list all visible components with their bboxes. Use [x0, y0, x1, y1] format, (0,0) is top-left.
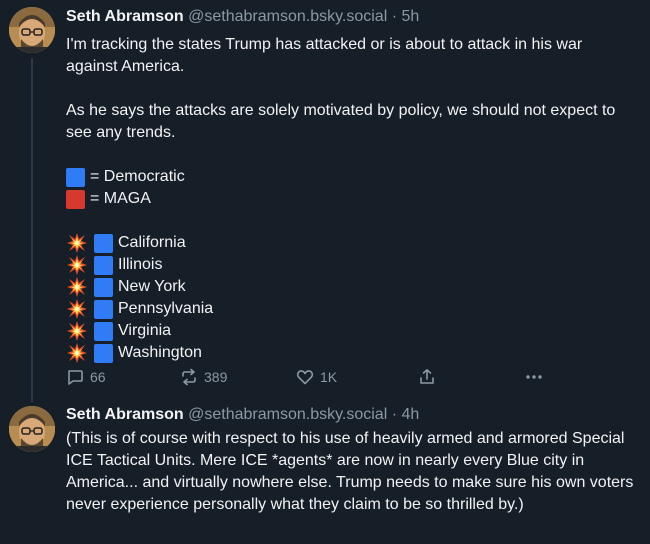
blue-square-icon [94, 343, 113, 363]
thread-line [31, 58, 33, 402]
blue-square-icon [94, 321, 113, 341]
blue-square-icon [94, 277, 113, 297]
post-paragraph: I'm tracking the states Trump has attack… [66, 36, 583, 75]
collision-icon [66, 254, 88, 276]
blue-square-icon [94, 233, 113, 253]
share-button[interactable] [418, 366, 442, 388]
repost-button[interactable]: 389 [180, 366, 227, 388]
avatar-image [9, 406, 55, 452]
repost-arrows-icon [182, 368, 196, 386]
collision-icon [66, 320, 88, 342]
speech-bubble-icon [68, 370, 83, 385]
like-button[interactable]: 1K [296, 366, 337, 388]
post-actions: 66 389 1K [66, 366, 626, 388]
author-name[interactable]: Seth Abramson [66, 406, 184, 423]
legend-row-democratic: = Democratic [66, 166, 636, 188]
state-row: Illinois [66, 254, 636, 276]
state-name: Washington [118, 344, 202, 361]
like-count: 1K [320, 369, 338, 385]
more-options-button[interactable] [524, 366, 550, 388]
author-name[interactable]: Seth Abramson [66, 8, 184, 25]
legend-label: = Democratic [90, 168, 185, 185]
header-separator: · [391, 8, 398, 25]
avatar-image [9, 7, 55, 53]
state-row: Virginia [66, 320, 636, 342]
heart-icon [296, 370, 314, 385]
post-header: Seth Abramson @sethabramson.bsky.social … [66, 7, 419, 27]
post-paragraph: As he says the attacks are solely motiva… [66, 102, 616, 141]
author-handle[interactable]: @sethabramson.bsky.social [188, 406, 387, 423]
post-header: Seth Abramson @sethabramson.bsky.social … [66, 405, 419, 425]
post-body: I'm tracking the states Trump has attack… [66, 34, 636, 364]
post-timestamp[interactable]: 5h [401, 8, 419, 25]
legend-row-maga: = MAGA [66, 188, 636, 210]
reply-count: 66 [90, 369, 106, 385]
state-row: Washington [66, 342, 636, 364]
state-name: Virginia [118, 322, 172, 339]
repost-count: 389 [204, 369, 228, 385]
post-paragraph: (This is of course with respect to his u… [66, 430, 634, 513]
blue-square-icon [66, 167, 85, 187]
avatar[interactable] [9, 406, 55, 452]
more-dots-icon [526, 375, 542, 379]
legend-label: = MAGA [90, 190, 151, 207]
state-name: New York [118, 278, 186, 295]
blue-square-icon [94, 299, 113, 319]
post-timestamp[interactable]: 4h [401, 406, 419, 423]
share-upload-icon [420, 369, 434, 384]
collision-icon [66, 342, 88, 364]
state-row: New York [66, 276, 636, 298]
avatar[interactable] [9, 7, 55, 53]
red-square-icon [66, 189, 85, 209]
reply-button[interactable]: 66 [66, 366, 106, 388]
state-name: California [118, 234, 186, 251]
collision-icon [66, 232, 88, 254]
state-name: Pennsylvania [118, 300, 214, 317]
header-separator: · [391, 406, 398, 423]
author-handle[interactable]: @sethabramson.bsky.social [188, 8, 387, 25]
state-name: Illinois [118, 256, 163, 273]
state-row: Pennsylvania [66, 298, 636, 320]
collision-icon [66, 298, 88, 320]
post-body: (This is of course with respect to his u… [66, 428, 636, 516]
blue-square-icon [94, 255, 113, 275]
collision-icon [66, 276, 88, 298]
state-row: California [66, 232, 636, 254]
state-list: California Illinois New York Pennsylvania Vi… [66, 232, 636, 364]
